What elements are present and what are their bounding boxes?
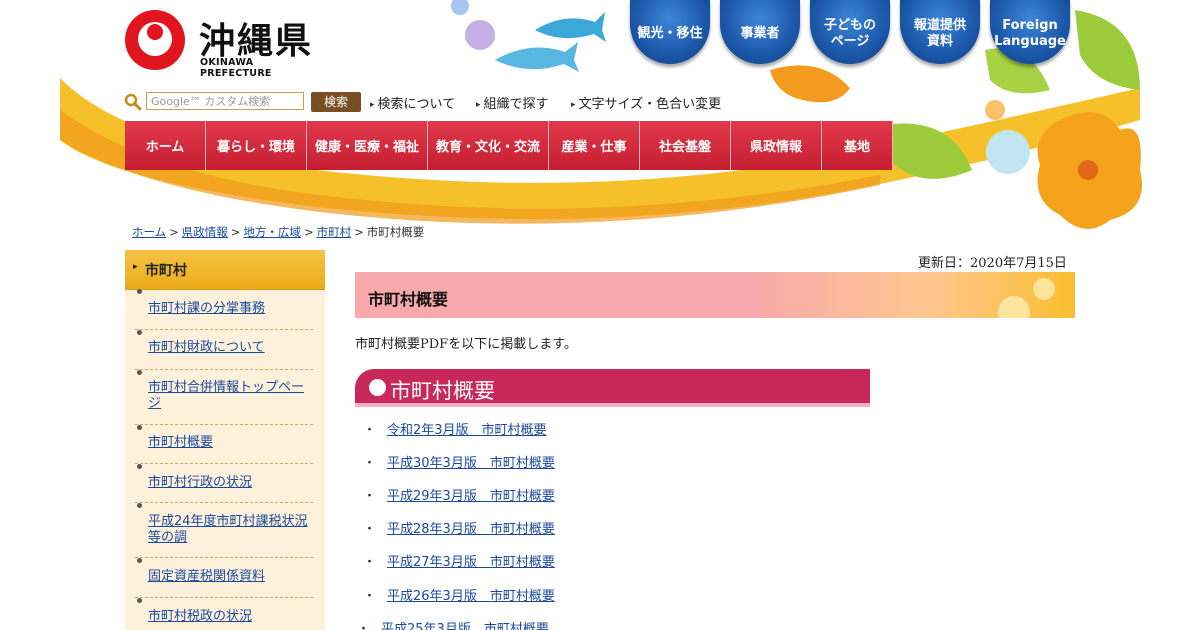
sidebar-link[interactable]: 市町村概要 bbox=[148, 435, 308, 451]
sidebar-link[interactable]: 市町村税政の状況 bbox=[148, 609, 308, 625]
sidebar-header: 市町村 bbox=[125, 250, 325, 290]
sidebar-link[interactable]: 市町村財政について bbox=[148, 340, 308, 356]
list-bullet: ・ bbox=[363, 423, 377, 438]
document-link[interactable]: 平成25年3月版 市町村概要 bbox=[381, 622, 549, 630]
document-link[interactable]: 平成28年3月版 市町村概要 bbox=[387, 522, 555, 537]
section-heading-bar: 市町村概要 bbox=[355, 369, 870, 407]
main-nav: ホーム 暮らし・環境 健康・医療・福祉 教育・文化・交流 産業・仕事 社会基盤 … bbox=[125, 121, 893, 170]
nav-prefectural-info[interactable]: 県政情報 bbox=[731, 121, 822, 170]
breadcrumb-separator: > bbox=[303, 225, 314, 239]
sidebar-item: 市町村課の分掌事務 bbox=[135, 289, 313, 330]
breadcrumb-link[interactable]: ホーム bbox=[132, 225, 166, 239]
nav-home[interactable]: ホーム bbox=[125, 121, 206, 170]
sidebar-item: 市町村合併情報トップページ bbox=[135, 370, 313, 425]
section-heading: 市町村概要 bbox=[390, 379, 495, 403]
nav-industry-work[interactable]: 産業・仕事 bbox=[549, 121, 640, 170]
sidebar-item: 平成24年度市町村課税状況等の調 bbox=[135, 503, 313, 558]
nav-living-environment[interactable]: 暮らし・環境 bbox=[206, 121, 307, 170]
list-bullet: ・ bbox=[363, 489, 377, 504]
fish bbox=[495, 42, 579, 72]
round-nav-label: 報道提供 資料 bbox=[913, 18, 966, 49]
breadcrumb-link[interactable]: 市町村 bbox=[317, 225, 352, 239]
sidebar-item: 市町村概要 bbox=[135, 425, 313, 464]
leaf bbox=[1075, 10, 1140, 90]
bubble bbox=[986, 130, 1030, 174]
sidebar-item: 市町村行政の状況 bbox=[135, 464, 313, 503]
nav-bases[interactable]: 基地 bbox=[822, 121, 893, 170]
search-button[interactable]: 検索 bbox=[311, 92, 361, 112]
sidebar: 市町村 市町村課の分掌事務 市町村財政について 市町村合併情報トップページ 市町… bbox=[125, 250, 325, 630]
hibiscus-center bbox=[1078, 160, 1098, 180]
nav-education-culture[interactable]: 教育・文化・交流 bbox=[428, 121, 549, 170]
sidebar-item: 市町村税政の状況 bbox=[135, 598, 313, 630]
round-nav-label: 観光・移住 bbox=[637, 26, 703, 41]
sidebar-link[interactable]: 市町村合併情報トップページ bbox=[148, 380, 308, 412]
sidebar-link[interactable]: 平成24年度市町村課税状況等の調 bbox=[148, 514, 308, 546]
search-input[interactable]: Google™ カスタム検索 bbox=[146, 92, 304, 110]
list-bullet: ・ bbox=[363, 456, 377, 471]
breadcrumb-separator: > bbox=[354, 225, 364, 239]
sidebar-link[interactable]: 市町村課の分掌事務 bbox=[148, 301, 308, 317]
circle-bullet-icon bbox=[369, 379, 386, 396]
nav-infrastructure[interactable]: 社会基盤 bbox=[640, 121, 731, 170]
prefecture-emblem-icon bbox=[125, 10, 185, 70]
sidebar-item: 市町村財政について bbox=[135, 330, 313, 370]
font-color-settings-link[interactable]: 文字サイズ・色合い変更 bbox=[571, 93, 722, 112]
round-nav-label: Foreign Language bbox=[994, 18, 1066, 49]
round-nav-label: 子どもの ページ bbox=[823, 18, 876, 49]
document-link[interactable]: 平成26年3月版 市町村概要 bbox=[387, 589, 555, 604]
breadcrumb-separator: > bbox=[169, 225, 179, 239]
document-link[interactable]: 平成29年3月版 市町村概要 bbox=[387, 489, 555, 504]
document-list-item: ・ 平成25年3月版 市町村概要 bbox=[357, 618, 549, 630]
page-title-bar: 市町村概要 bbox=[355, 272, 1075, 318]
document-link[interactable]: 平成30年3月版 市町村概要 bbox=[387, 456, 555, 471]
breadcrumb-link[interactable]: 地方・広域 bbox=[243, 225, 301, 239]
document-list-item: ・平成30年3月版 市町村概要 bbox=[363, 452, 555, 471]
list-bullet: ・ bbox=[363, 522, 377, 537]
bubble-decoration bbox=[998, 296, 1030, 318]
sidebar-link[interactable]: 固定資産税関係資料 bbox=[148, 569, 308, 585]
org-search-link[interactable]: 組織で探す bbox=[476, 93, 549, 112]
breadcrumb-current: 市町村概要 bbox=[366, 225, 425, 239]
list-bullet: ・ bbox=[357, 622, 371, 630]
document-list-item: ・平成26年3月版 市町村概要 bbox=[363, 585, 555, 604]
bubble bbox=[451, 0, 469, 15]
bubble bbox=[465, 20, 495, 50]
page-title: 市町村概要 bbox=[368, 290, 449, 309]
document-list-item: ・平成27年3月版 市町村概要 bbox=[363, 551, 555, 570]
logo-subtitle: OKINAWA PREFECTURE bbox=[200, 57, 272, 79]
sidebar-item: 固定資産税関係資料 bbox=[135, 558, 313, 598]
breadcrumb-link[interactable]: 県政情報 bbox=[182, 225, 228, 239]
document-list-item: ・平成28年3月版 市町村概要 bbox=[363, 518, 555, 537]
leaf bbox=[770, 65, 850, 103]
nav-health-welfare[interactable]: 健康・医療・福祉 bbox=[307, 121, 428, 170]
updated-date: 更新日：2020年7月15日 bbox=[918, 256, 1067, 271]
list-bullet: ・ bbox=[363, 589, 377, 604]
bubble bbox=[985, 100, 1005, 120]
document-link[interactable]: 令和2年3月版 市町村概要 bbox=[387, 423, 547, 438]
search-help-link[interactable]: 検索について bbox=[370, 93, 456, 112]
breadcrumb-separator: > bbox=[230, 225, 241, 239]
search-icon bbox=[124, 93, 142, 111]
document-link[interactable]: 平成27年3月版 市町村概要 bbox=[387, 555, 555, 570]
document-list-item: ・令和2年3月版 市町村概要 bbox=[363, 419, 547, 438]
bubble-decoration bbox=[1033, 278, 1055, 300]
sidebar-link[interactable]: 市町村行政の状況 bbox=[148, 475, 308, 491]
sidebar-title: 市町村 bbox=[145, 263, 187, 279]
page: 沖縄県 OKINAWA PREFECTURE 観光・移住 事業者 子どもの ペー… bbox=[0, 0, 1200, 630]
intro-text: 市町村概要PDFを以下に掲載します。 bbox=[355, 337, 577, 352]
site-logo[interactable]: 沖縄県 OKINAWA PREFECTURE bbox=[125, 10, 325, 79]
document-list-item: ・平成29年3月版 市町村概要 bbox=[363, 485, 555, 504]
breadcrumb: ホーム > 県政情報 > 地方・広域 > 市町村 > 市町村概要 bbox=[132, 224, 424, 240]
list-bullet: ・ bbox=[363, 555, 377, 570]
fish bbox=[535, 12, 606, 42]
round-nav-label: 事業者 bbox=[740, 26, 780, 41]
